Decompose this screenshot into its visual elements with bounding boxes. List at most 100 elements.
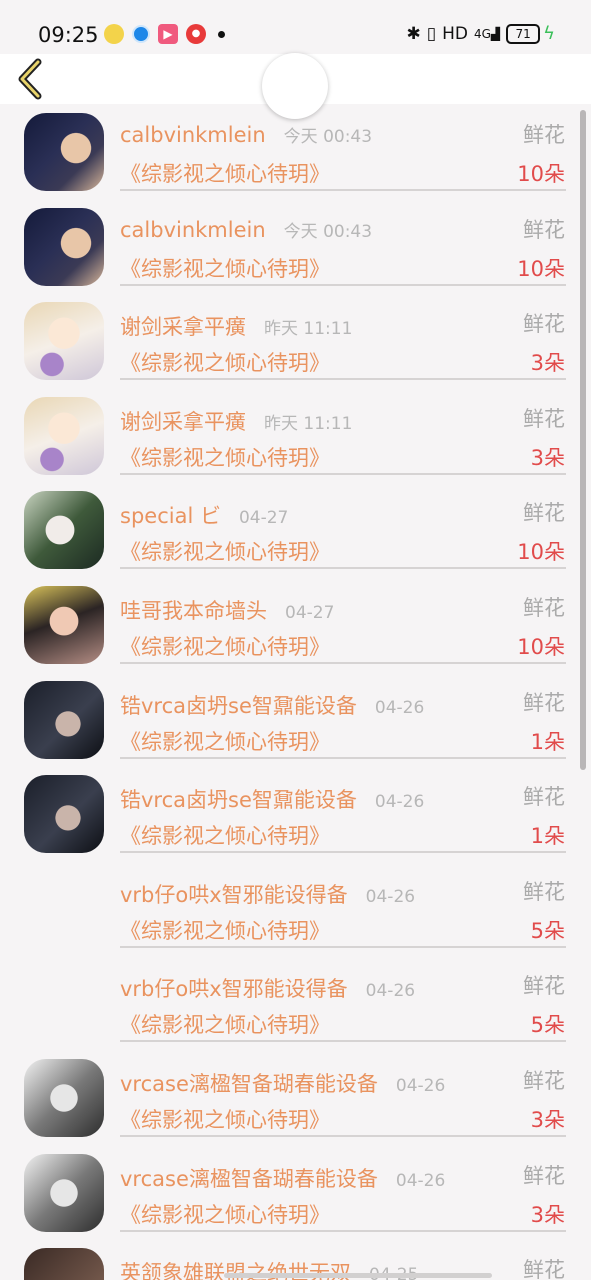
list-item[interactable]: vrcase漓楹智备瑚春能设备 04-26 鲜花 《综影视之倾心待玥》 3朵 — [0, 1145, 591, 1240]
gift-count: 10朵 — [517, 635, 565, 659]
user-name[interactable]: 谢剑采拿平癀 昨天 11:11 — [120, 311, 352, 341]
timestamp: 昨天 11:11 — [264, 413, 353, 434]
signal-icon: 4G▟ — [473, 26, 501, 41]
book-title[interactable]: 《综影视之倾心待玥》 — [120, 1009, 330, 1039]
avatar[interactable] — [24, 396, 104, 475]
user-name-text[interactable]: 锆vrca卤坍se智鼐能设备 — [120, 694, 357, 718]
gift-type-label: 鲜花 — [523, 501, 565, 526]
user-name[interactable]: 谢剑采拿平癀 昨天 11:11 — [120, 406, 352, 436]
list-item[interactable]: vrb仔o哄x智邪能设得备 04-26 鲜花 《综影视之倾心待玥》 5朵 — [0, 861, 591, 956]
user-name[interactable]: special ビ 04-27 — [120, 500, 288, 530]
list-item[interactable]: 哇哥我本命墙头 04-27 鲜花《综影视之倾心待玥》 10朵 — [0, 577, 591, 672]
gift-count: 5朵 — [530, 1013, 565, 1038]
list-item[interactable]: 锆vrca卤坍se智鼐能设备 04-26 鲜花《综影视之倾心待玥》 1朵 — [0, 672, 591, 767]
list-item[interactable]: vrcase漓楹智备瑚春能设备 04-26 鲜花《综影视之倾心待玥》 3朵 — [0, 1050, 591, 1145]
list-item[interactable]: 谢剑采拿平癀 昨天 11:11 鲜花 《综影视之倾心待玥》 3朵 — [0, 388, 591, 483]
user-name[interactable]: 锆vrca卤坍se智鼐能设备 04-26 — [120, 690, 424, 720]
avatar[interactable] — [24, 1248, 104, 1280]
user-name[interactable]: vrcase漓楹智备瑚春能设备 04-26 — [120, 1068, 445, 1098]
row-divider — [120, 283, 566, 286]
user-name-text[interactable]: 谢剑采拿平癀 — [120, 410, 246, 434]
book-title[interactable]: 《综影视之倾心待玥》 — [120, 1199, 330, 1229]
user-name-text[interactable]: calbvinkmlein — [120, 218, 266, 242]
book-title[interactable]: 《综影视之倾心待玥》 — [120, 536, 330, 566]
gift-count: 1朵 — [530, 824, 565, 849]
user-name-text[interactable]: 锆vrca卤坍se智鼐能设备 — [120, 788, 357, 812]
user-name[interactable]: vrb仔o哄x智邪能设得备 04-26 — [120, 879, 415, 909]
book-title[interactable]: 《综影视之倾心待玥》 — [120, 347, 330, 377]
timestamp: 04-26 — [365, 981, 416, 1002]
avatar[interactable] — [24, 302, 104, 381]
timestamp: 04-26 — [365, 886, 416, 907]
timestamp: 今天 00:43 — [283, 127, 373, 147]
user-name[interactable]: vrb仔o哄x智邪能设得备 04-26 — [120, 973, 415, 1003]
gift-type-label: 鲜花 — [523, 690, 565, 715]
avatar[interactable] — [24, 680, 104, 759]
book-title[interactable]: 《综影视之倾心待玥》 — [120, 442, 330, 472]
user-name-text[interactable]: special ビ — [120, 504, 221, 528]
avatar[interactable] — [24, 1059, 104, 1137]
book-title[interactable]: 《综影视之倾心待玥》 — [120, 915, 330, 945]
gift-count: 1朵 — [530, 729, 565, 754]
status-time: 09:25 — [38, 23, 99, 47]
gift-count: 5朵 — [530, 918, 565, 943]
bluetooth-icon: ✱ — [406, 23, 421, 44]
user-name[interactable]: 哇哥我本命墙头 04-27 — [120, 595, 334, 625]
avatar[interactable] — [24, 1153, 104, 1232]
gift-type-label: 鲜花 — [523, 217, 565, 242]
gift-type-label: 鲜花 — [523, 785, 565, 810]
list-item[interactable]: vrb仔o哄x智邪能设得备 04-26 鲜花 《综影视之倾心待玥》 5朵 — [0, 955, 591, 1050]
home-indicator[interactable] — [224, 1273, 492, 1278]
user-name[interactable]: calbvinkmlein 今天 00:43 — [120, 122, 372, 147]
timestamp: 04-27 — [238, 508, 289, 529]
gift-count: 3朵 — [530, 1108, 565, 1132]
timestamp: 今天 00:43 — [283, 221, 373, 242]
gift-count: 3朵 — [530, 445, 565, 470]
list-item[interactable]: calbvinkmlein 今天 00:43 鲜花 《综影视之倾心待玥》 10朵 — [0, 199, 591, 294]
gift-type-label: 鲜花 — [523, 1069, 565, 1093]
book-title[interactable]: 《综影视之倾心待玥》 — [120, 253, 330, 283]
book-title[interactable]: 《综影视之倾心待玥》 — [120, 158, 330, 188]
list-item[interactable]: special ビ 04-27 鲜花 《综影视之倾心待玥》 10朵 — [0, 482, 591, 577]
row-divider — [120, 945, 566, 948]
avatar[interactable] — [24, 491, 104, 570]
book-title[interactable]: 《综影视之倾心待玥》 — [120, 726, 330, 756]
list-item[interactable]: 谢剑采拿平癀 昨天 11:11 鲜花 《综影视之倾心待玥》 3朵 — [0, 293, 591, 388]
user-name-text[interactable]: 哇哥我本命墙头 — [120, 599, 267, 623]
floating-circle-button[interactable] — [262, 53, 328, 119]
timestamp: 04-27 — [285, 603, 335, 623]
user-name-text[interactable]: vrcase漓楹智备瑚春能设备 — [120, 1167, 378, 1191]
avatar[interactable] — [24, 775, 104, 854]
avatar[interactable] — [24, 586, 104, 664]
row-divider — [120, 1229, 566, 1232]
user-name[interactable]: calbvinkmlein 今天 00:43 — [120, 217, 372, 242]
user-name-text[interactable]: 谢剑采拿平癀 — [120, 315, 246, 339]
status-bar: 09:25 ▶ ● ✱ ▯ HD 4G▟ 71 ϟ — [0, 0, 591, 54]
scrollbar[interactable] — [580, 110, 586, 770]
timestamp: 04-26 — [374, 792, 425, 813]
gift-type-label: 鲜花 — [523, 596, 565, 620]
row-divider — [120, 1135, 566, 1137]
user-name[interactable]: 锆vrca卤坍se智鼐能设备 04-26 — [120, 784, 424, 814]
back-button[interactable] — [14, 58, 48, 100]
avatar[interactable] — [24, 113, 104, 191]
user-name-text[interactable]: vrcase漓楹智备瑚春能设备 — [120, 1072, 378, 1096]
row-divider — [120, 189, 566, 191]
user-name-text[interactable]: calbvinkmlein — [120, 123, 266, 147]
book-title[interactable]: 《综影视之倾心待玥》 — [120, 820, 330, 850]
status-system-icons: ✱ ▯ HD 4G▟ 71 ϟ — [406, 23, 555, 44]
timestamp: 昨天 11:11 — [264, 319, 353, 340]
notification-dot-icon — [218, 30, 225, 38]
timestamp: 04-26 — [395, 1170, 446, 1191]
browser-icon — [132, 25, 150, 43]
book-title[interactable]: 《综影视之倾心待玥》 — [120, 631, 330, 661]
vibrate-icon: ▯ — [426, 23, 437, 44]
list-item[interactable]: 锆vrca卤坍se智鼐能设备 04-26 鲜花《综影视之倾心待玥》 1朵 — [0, 766, 591, 861]
user-name-text[interactable]: vrb仔o哄x智邪能设得备 — [120, 883, 348, 907]
gift-type-label: 鲜花 — [523, 1163, 565, 1188]
avatar[interactable] — [24, 207, 104, 286]
charging-icon: ϟ — [543, 23, 555, 44]
user-name-text[interactable]: vrb仔o哄x智邪能设得备 — [120, 977, 348, 1001]
user-name[interactable]: vrcase漓楹智备瑚春能设备 04-26 — [120, 1163, 445, 1193]
book-title[interactable]: 《综影视之倾心待玥》 — [120, 1104, 330, 1134]
